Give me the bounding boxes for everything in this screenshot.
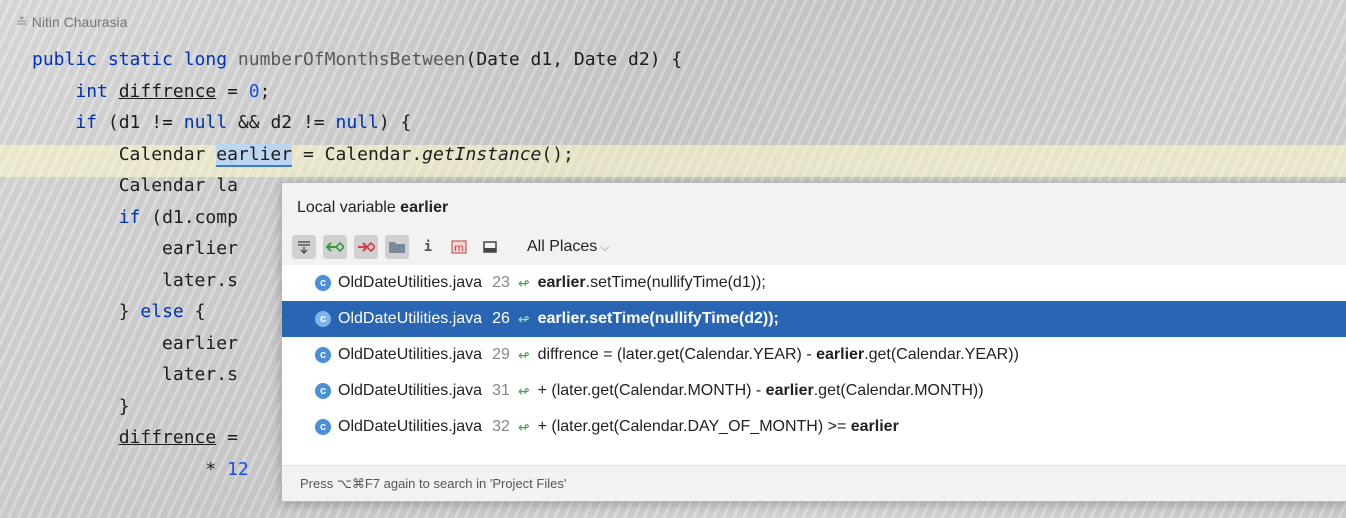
code-text: later.s [162, 364, 238, 385]
usage-line-number: 32 [492, 418, 510, 435]
class-icon: c [315, 275, 331, 291]
scope-dropdown[interactable]: All Places ⌵ [527, 238, 609, 256]
usage-row[interactable]: c OldDateUtilities.java 29 ↫ diffrence =… [282, 337, 1346, 373]
number-literal: 12 [227, 458, 249, 480]
code-text: { [183, 301, 206, 322]
read-access-icon: ↫ [517, 418, 530, 435]
method-name: numberOfMonthsBetween [237, 49, 466, 70]
class-icon: c [315, 419, 331, 435]
code-text: = Calendar. [292, 143, 423, 165]
code-line: if (d1 != null && d2 != null) { [32, 107, 682, 139]
chevron-down-icon: ⌵ [600, 240, 610, 254]
number-literal: 0 [248, 80, 260, 102]
usage-snippet: earlier.setTime(nullifyTime(d2)); [537, 310, 779, 327]
class-icon: c [315, 383, 331, 399]
code-text: earlier [162, 238, 238, 259]
variable: diffrence [118, 427, 217, 448]
code-text: (d1.comp [140, 206, 238, 228]
usage-row[interactable]: c OldDateUtilities.java 32 ↫ + (later.ge… [282, 409, 1346, 445]
usage-file: OldDateUtilities.java [338, 382, 483, 399]
code-text: } [118, 395, 130, 417]
merge-usages-icon[interactable] [292, 235, 316, 259]
code-text: && d2 != [227, 112, 336, 133]
popup-title-variable: earlier [400, 199, 449, 216]
code-text: ) { [378, 112, 412, 133]
read-access-icon: ↫ [517, 382, 530, 399]
read-access-icon: ↫ [517, 274, 530, 291]
keyword: int [75, 80, 108, 102]
usage-row[interactable]: c OldDateUtilities.java 31 ↫ + (later.ge… [282, 373, 1346, 409]
popup-title-prefix: Local variable [297, 199, 401, 216]
class-icon: c [315, 311, 331, 327]
usage-file: OldDateUtilities.java [338, 274, 483, 291]
usage-file: OldDateUtilities.java [338, 418, 483, 435]
popup-toolbar: i m All Places ⌵ [282, 229, 1346, 265]
code-line: public static long numberOfMonthsBetween… [32, 44, 682, 76]
code-text: ; [259, 80, 271, 102]
keyword: public static long [32, 49, 228, 70]
code-line: Calendar earlier = Calendar.getInstance(… [32, 139, 682, 171]
code-text: (); [541, 143, 574, 165]
read-access-icon: ↫ [517, 346, 530, 363]
class-icon: c [315, 347, 331, 363]
usages-list: c OldDateUtilities.java 23 ↫ earlier.set… [282, 265, 1346, 445]
method-icon[interactable]: m [447, 235, 471, 259]
author-name: Nitin Chaurasia [31, 14, 128, 30]
usage-file: OldDateUtilities.java [338, 346, 483, 363]
usage-line-number: 31 [492, 382, 510, 399]
usage-row[interactable]: c OldDateUtilities.java 23 ↫ earlier.set… [282, 265, 1346, 301]
usage-snippet: diffrence = (later.get(Calendar.YEAR) - … [537, 346, 1019, 363]
keyword: else [140, 301, 184, 322]
keyword: null [335, 112, 379, 133]
code-text: } [118, 301, 141, 322]
code-text: = [216, 80, 249, 102]
info-icon[interactable]: i [416, 235, 440, 259]
code-text: (Date d1, Date d2) { [465, 49, 683, 70]
keyword: if [75, 112, 98, 133]
popup-footer-hint: Press ⌥⌘F7 again to search in 'Project F… [282, 465, 1346, 501]
code-text: * [205, 458, 228, 480]
keyword: null [183, 112, 228, 133]
person-icon: ≛ [16, 14, 28, 30]
code-text: = [216, 427, 238, 448]
usage-snippet: earlier.setTime(nullifyTime(d1)); [537, 274, 766, 291]
scope-label: All Places [527, 238, 598, 255]
usage-line-number: 29 [492, 346, 510, 363]
preview-icon[interactable] [478, 235, 502, 259]
write-access-icon[interactable] [354, 235, 378, 259]
group-by-module-icon[interactable] [385, 235, 409, 259]
code-text: Calendar la [118, 175, 238, 196]
code-line: int diffrence = 0; [32, 76, 682, 108]
author-annotation: ≛ Nitin Chaurasia [16, 14, 127, 31]
popup-title: Local variable earlier [282, 183, 1346, 229]
variable: diffrence [118, 80, 217, 102]
code-text: later.s [162, 269, 238, 291]
usage-snippet: + (later.get(Calendar.DAY_OF_MONTH) >= e… [537, 418, 899, 435]
read-access-icon[interactable] [323, 235, 347, 259]
code-text: Calendar [118, 143, 217, 165]
usage-file: OldDateUtilities.java [338, 310, 483, 327]
code-text: earlier [162, 332, 238, 354]
keyword: if [118, 206, 141, 228]
usage-line-number: 26 [492, 310, 510, 327]
method-call: getInstance [422, 143, 542, 165]
read-access-icon: ↫ [517, 310, 530, 327]
svg-text:m: m [454, 243, 464, 254]
usage-row-selected[interactable]: c OldDateUtilities.java 26 ↫ earlier.set… [282, 301, 1346, 337]
usage-snippet: + (later.get(Calendar.MONTH) - earlier.g… [537, 382, 984, 399]
selected-variable[interactable]: earlier [216, 143, 293, 167]
code-text: (d1 != [97, 112, 184, 133]
find-usages-popup[interactable]: Local variable earlier i m All Places ⌵ c [281, 182, 1346, 502]
usage-line-number: 23 [492, 274, 510, 291]
